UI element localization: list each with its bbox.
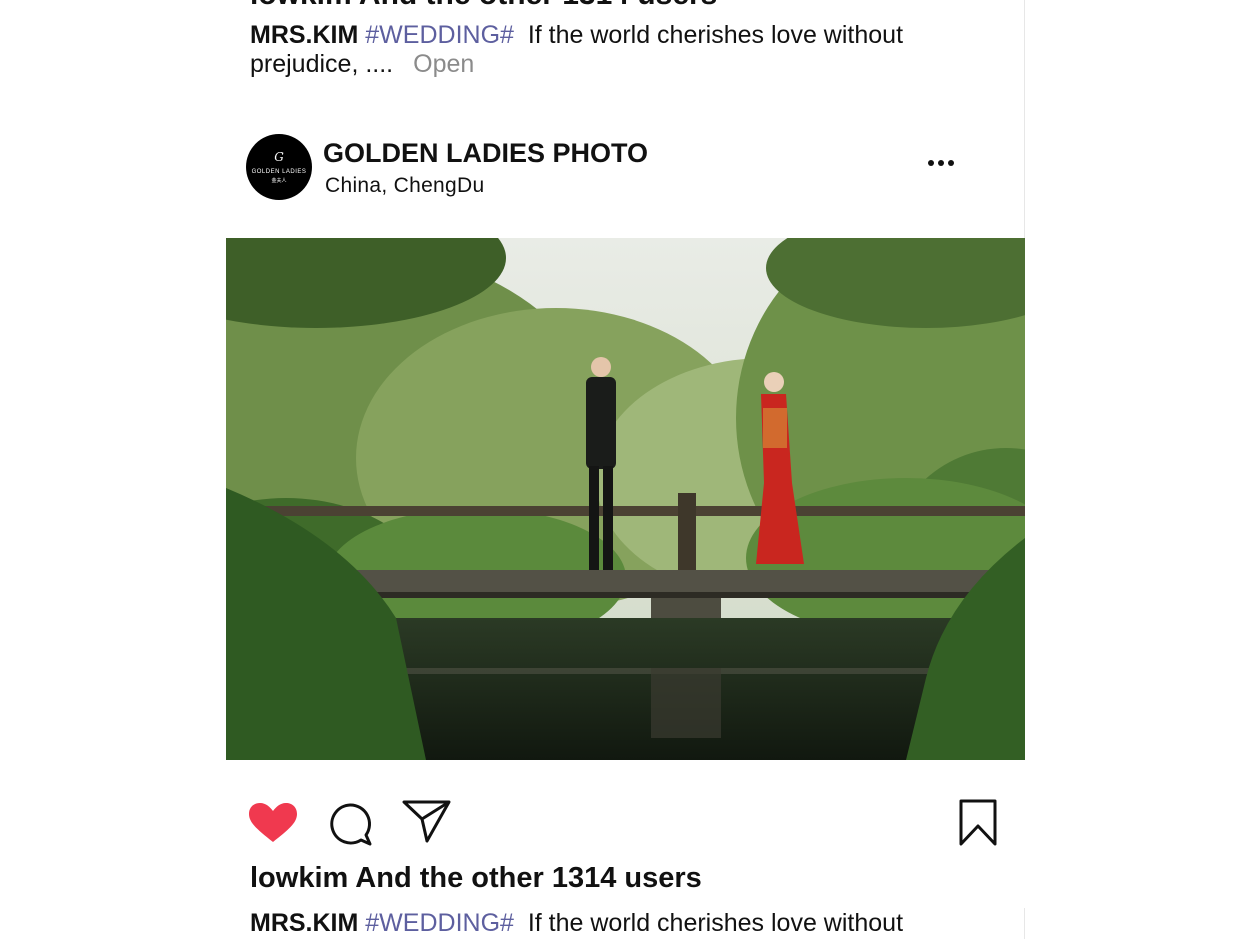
share-button[interactable] [402, 800, 452, 844]
avatar-monogram: G [274, 150, 284, 164]
caption-text: If the world cherishes love without [527, 21, 904, 49]
comment-button[interactable] [328, 802, 372, 846]
prev-caption: MRS.KIM #WEDDING# If the world cherishes… [250, 21, 950, 79]
comment-bubble-icon [330, 803, 372, 846]
post-header: G GOLDEN LADIES 金夫人 GOLDEN LADIES PHOTO … [246, 134, 966, 202]
account-name[interactable]: GOLDEN LADIES PHOTO [323, 138, 648, 169]
avatar-brand: GOLDEN LADIES [251, 169, 307, 175]
account-location[interactable]: China, ChengDu [325, 174, 484, 198]
like-button[interactable] [248, 802, 298, 844]
caption-hashtag[interactable]: #WEDDING# [365, 21, 514, 49]
caption-username[interactable]: MRS.KIM [250, 909, 358, 937]
paper-plane-icon [402, 800, 451, 843]
caption-text-continued: prejudice, .... [250, 50, 394, 78]
likes-text[interactable]: lowkim And the other 1314 users [250, 862, 702, 895]
save-button[interactable] [958, 799, 998, 847]
more-horizontal-icon [928, 160, 934, 166]
avatar-brand-cn: 金夫人 [271, 178, 287, 184]
prev-likes-text[interactable]: lowkim And the other 1314 users [250, 0, 717, 12]
more-options-button[interactable] [928, 160, 956, 170]
column-divider [1024, 908, 1025, 939]
column-divider [1024, 0, 1025, 240]
caption-username[interactable]: MRS.KIM [250, 21, 358, 49]
more-horizontal-icon [938, 160, 944, 166]
post-caption: MRS.KIM #WEDDING# If the world cherishes… [250, 909, 950, 938]
avatar[interactable]: G GOLDEN LADIES 金夫人 [246, 134, 312, 200]
caption-text: If the world cherishes love without [527, 909, 904, 937]
post-photo[interactable] [226, 238, 1025, 760]
heart-icon [249, 803, 297, 842]
caption-hashtag[interactable]: #WEDDING# [365, 909, 514, 937]
bookmark-icon [959, 799, 997, 846]
caption-open-link[interactable]: Open [413, 50, 474, 78]
more-horizontal-icon [948, 160, 954, 166]
wedding-photo-illustration [226, 238, 1025, 760]
feed: lowkim And the other 1314 users MRS.KIM … [0, 0, 1250, 939]
